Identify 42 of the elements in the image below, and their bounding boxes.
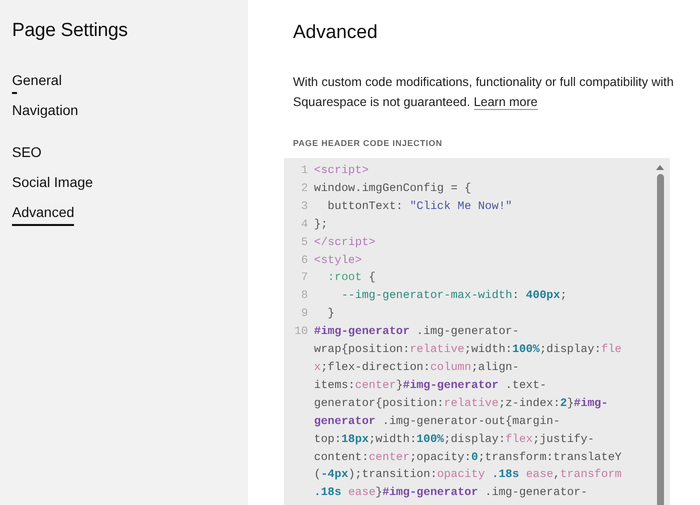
line-number: 9 — [300, 307, 309, 322]
code-editor[interactable] — [284, 158, 670, 505]
code-line: --img-generator-max-width: 400px; — [340, 288, 568, 304]
sidebar-title: Page Settings — [12, 20, 129, 42]
code-line: content:center;opacity:0;transform:translateY — [314, 450, 623, 466]
line-number: 3 — [300, 200, 309, 215]
code-line: } — [326, 306, 336, 322]
scroll-up-icon[interactable] — [656, 165, 664, 170]
notice-text: With custom code modifications, functionality or full compatibility with Squarespace is not guaranteed. Learn more — [293, 74, 675, 112]
page-title: Advanced — [293, 22, 379, 44]
code-line: (-4px);transition:opacity .18s ease,transform — [314, 468, 623, 484]
line-number: 4 — [300, 218, 309, 233]
code-line: .18s ease}#img-generator .img-generator- — [314, 486, 588, 502]
code-line: }; — [314, 218, 329, 233]
sidebar-item[interactable]: SEO — [12, 142, 42, 166]
line-number: 1 — [300, 164, 309, 179]
code-line: buttonText: "Click Me Now!" — [326, 200, 514, 215]
scrollbar-thumb[interactable] — [656, 174, 664, 505]
line-number: 7 — [300, 271, 309, 286]
code-line: <style> — [314, 254, 363, 269]
code-line: :root { — [326, 270, 377, 286]
line-number: 8 — [300, 289, 309, 304]
learn-more-link[interactable]: Learn more — [474, 95, 538, 110]
code-line: #img-generator .img-generator- — [314, 324, 520, 340]
code-line: items:center}#img-generator .text- — [314, 378, 548, 394]
code-line: </script> — [314, 236, 377, 251]
code-line: <script> — [314, 164, 370, 179]
sidebar-item[interactable]: Advanced — [12, 202, 74, 226]
code-line: window.imgGenConfig = { — [314, 182, 472, 197]
line-number: 5 — [300, 236, 309, 251]
sidebar-item[interactable]: Navigation — [12, 100, 78, 124]
code-line: generator{position:relative;z-index:2}#img- — [314, 396, 609, 412]
line-number: 10 — [293, 325, 309, 340]
section-label: PAGE HEADER CODE INJECTION — [293, 138, 442, 148]
code-line: generator .img-generator-out{margin- — [314, 414, 562, 430]
line-number: 6 — [300, 254, 309, 269]
code-line: x;flex-direction:column;align- — [314, 360, 520, 376]
code-line: top:18px;width:100%;display:flex;justify- — [314, 432, 596, 448]
code-line: wrap{position:relative;width:100%;display:fle — [314, 342, 623, 358]
sidebar-item[interactable]: General — [12, 70, 62, 94]
line-number: 2 — [300, 182, 309, 197]
sidebar-item[interactable]: Social Image — [12, 172, 93, 196]
